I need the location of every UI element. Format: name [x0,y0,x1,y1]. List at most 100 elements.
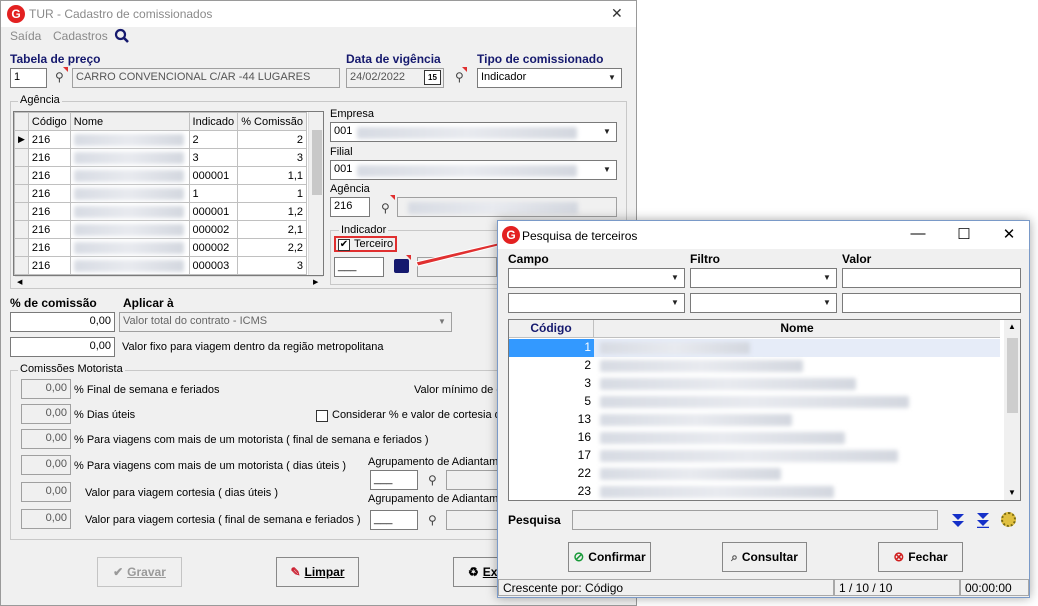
search-icon[interactable] [114,28,130,44]
agencia-code[interactable]: 216 [330,197,370,217]
indicador-code[interactable]: ___ [334,257,384,277]
list-item[interactable]: 5 [509,393,1001,411]
valor-input-2[interactable] [842,293,1021,313]
campo-select-1[interactable]: ▼ [508,268,685,288]
chevron-down-icon[interactable]: ▼ [667,270,683,286]
scrollbar-thumb[interactable] [1007,338,1018,413]
gravar-button[interactable]: ✔ Gravar [97,557,182,587]
agrupamento-name-2 [446,510,500,530]
binoculars-icon[interactable]: ⚲ [428,513,437,527]
tabela-preco-code[interactable]: 1 [10,68,47,88]
minimize-icon[interactable]: — [906,225,930,242]
table-row[interactable]: 216 000003 3 [14,256,307,275]
grid-scrollbar[interactable] [308,112,323,275]
chevron-down-icon[interactable]: ▼ [599,162,615,178]
valor-input-1[interactable] [842,268,1021,288]
chevron-down-icon[interactable]: ▼ [599,124,615,140]
binoculars-icon[interactable]: ⚲ [55,70,64,84]
list-item[interactable]: 16 [509,429,1001,447]
agrupamento-code-1[interactable]: ___ [370,470,418,490]
motorista-value-5[interactable]: 0,00 [21,509,71,529]
grid-scrollbar[interactable]: ▲ ▼ [1004,320,1020,500]
table-row[interactable]: 216 000002 2,1 [14,220,307,239]
col-nome[interactable]: Nome [69,112,190,131]
pesquisa-terceiros-dialog: G Pesquisa de terceiros — ☐ ✕ Campo Filt… [497,220,1030,598]
tipo-comissionado-select[interactable]: Indicador ▼ [477,68,622,88]
filtro-select-2[interactable]: ▼ [690,293,837,313]
chevron-down-icon[interactable]: ▼ [819,270,835,286]
cell-nome [69,202,190,221]
tabela-preco-name: CARRO CONVENCIONAL C/AR -44 LUGARES [72,68,340,88]
terceiro-checkbox[interactable]: ✔ [338,239,350,251]
chevron-down-icon[interactable]: ▼ [819,295,835,311]
motorista-value-1[interactable]: 0,00 [21,404,71,424]
limpar-button[interactable]: ✎ Limpar [276,557,359,587]
binoculars-icon[interactable]: ⚲ [381,201,390,215]
chevron-up-icon[interactable]: ▲ [1008,322,1016,331]
list-item[interactable]: 2 [509,357,1001,375]
considerar-label[interactable]: Considerar % e valor de cortesia de [332,409,507,421]
arrow-left-icon[interactable]: ◀ [17,278,22,286]
table-row[interactable]: 216 000001 1,2 [14,202,307,221]
scrollbar-thumb[interactable] [312,130,322,195]
terceiros-grid[interactable]: Código Nome 1 2 3 5 13 16 17 22 23 ▲ ▼ [508,319,1021,501]
list-item[interactable]: 13 [509,411,1001,429]
redacted-text [357,165,577,177]
gear-icon[interactable] [1001,512,1016,527]
valor-fixo-input[interactable]: 0,00 [10,337,115,357]
chevron-down-icon[interactable]: ▼ [434,314,450,330]
table-row[interactable]: 216 000002 2,2 [14,238,307,257]
binoculars-icon[interactable] [394,259,409,273]
maximize-icon[interactable]: ☐ [952,225,976,243]
sort-down-end-icon[interactable] [976,512,990,528]
motorista-value-2[interactable]: 0,00 [21,429,71,449]
list-item[interactable]: 17 [509,447,1001,465]
agrupamento-code-2[interactable]: ___ [370,510,418,530]
arrow-right-icon[interactable]: ▶ [313,278,318,286]
pct-comissao-input[interactable]: 0,00 [10,312,115,332]
calendar-icon[interactable]: 15 [424,70,441,85]
motorista-value-0[interactable]: 0,00 [21,379,71,399]
col-nome[interactable]: Nome [594,320,1000,338]
close-icon[interactable]: ✕ [611,5,623,22]
menu-cadastros[interactable]: Cadastros [53,29,108,43]
col-codigo[interactable]: Código [27,112,71,131]
table-row[interactable]: 216 000001 1,1 [14,166,307,185]
chevron-down-icon[interactable]: ▼ [604,70,620,86]
binoculars-icon[interactable]: ⚲ [455,70,464,84]
list-item[interactable]: 22 [509,465,1001,483]
col-indicado[interactable]: Indicado [188,112,239,131]
filtro-select-1[interactable]: ▼ [690,268,837,288]
list-item[interactable]: 3 [509,375,1001,393]
col-comissao[interactable]: % Comissão [237,112,307,131]
motorista-label-2: % Para viagens com mais de um motorista … [74,434,429,446]
close-icon[interactable]: ✕ [997,225,1021,243]
considerar-checkbox[interactable] [316,410,328,422]
redacted-text [600,450,898,462]
table-row[interactable]: 216 3 3 [14,148,307,167]
grid-hscrollbar[interactable]: ◀ ▶ [15,276,323,286]
list-item[interactable]: 23 [509,483,1001,500]
fechar-button[interactable]: ⊗ Fechar [878,542,963,572]
terceiro-label[interactable]: Terceiro [354,238,393,250]
chevron-down-icon[interactable]: ▼ [1008,488,1016,497]
binoculars-icon[interactable]: ⚲ [428,473,437,487]
confirmar-button[interactable]: ⊘ Confirmar [568,542,651,572]
list-item[interactable]: 1 [509,339,1001,357]
valor-label: Valor [842,252,872,266]
empresa-select[interactable]: 001 ▼ [330,122,617,142]
menu-saida[interactable]: Saída [10,29,41,43]
pesquisa-input[interactable] [572,510,938,530]
filial-select[interactable]: 001 ▼ [330,160,617,180]
motorista-value-3[interactable]: 0,00 [21,455,71,475]
campo-select-2[interactable]: ▼ [508,293,685,313]
agencia-grid[interactable]: Código Nome Indicado % Comissão ▶ 216 2 2 21… [13,111,324,276]
col-codigo[interactable]: Código [509,320,594,338]
sort-down-icon[interactable] [951,512,965,528]
chevron-down-icon[interactable]: ▼ [667,295,683,311]
motorista-value-4[interactable]: 0,00 [21,482,71,502]
table-row[interactable]: ▶ 216 2 2 [14,130,307,149]
aplicar-select[interactable]: Valor total do contrato - ICMS ▼ [119,312,452,332]
consultar-button[interactable]: ⌕ Consultar [722,542,807,572]
table-row[interactable]: 216 1 1 [14,184,307,203]
